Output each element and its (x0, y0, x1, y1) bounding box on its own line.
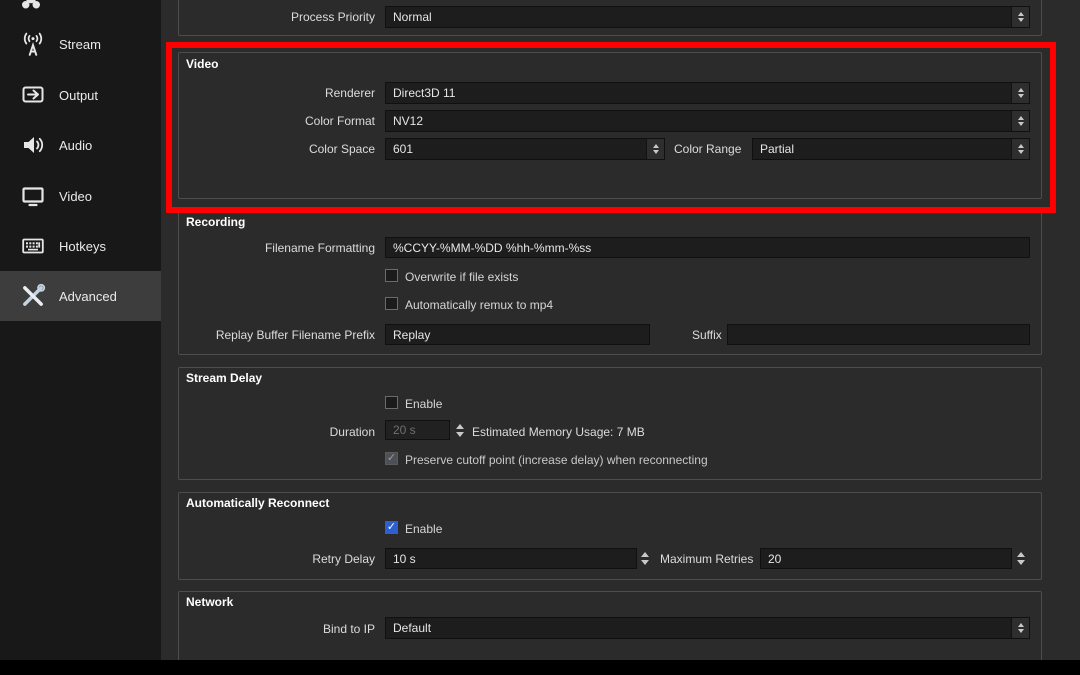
remux-checkbox-label: Automatically remux to mp4 (405, 298, 553, 312)
remux-checkbox[interactable] (385, 297, 398, 310)
replay-prefix-label: Replay Buffer Filename Prefix (180, 328, 375, 342)
sidebar-item-label: Advanced (59, 289, 117, 304)
obs-advanced-settings-window: Stream Output Audio (0, 0, 1080, 675)
max-retries-label: Maximum Retries (660, 552, 753, 566)
renderer-label: Renderer (180, 86, 375, 100)
duration-spinner (453, 420, 466, 440)
color-space-label: Color Space (180, 142, 375, 156)
color-format-spinner[interactable] (1011, 111, 1029, 131)
color-format-label: Color Format (180, 114, 375, 128)
filename-formatting-label: Filename Formatting (180, 241, 375, 255)
reconnect-enable-checkbox[interactable] (385, 521, 398, 534)
renderer-select[interactable]: Direct3D 11 (385, 82, 1030, 104)
bind-to-ip-spinner[interactable] (1011, 618, 1029, 638)
recording-group-title: Recording (186, 215, 245, 229)
stream-delay-enable-checkbox[interactable] (385, 396, 398, 409)
renderer-spinner[interactable] (1011, 83, 1029, 103)
color-range-select[interactable]: Partial (752, 138, 1030, 160)
suffix-input[interactable] (727, 324, 1030, 345)
overwrite-checkbox[interactable] (385, 269, 398, 282)
color-format-select[interactable]: NV12 (385, 110, 1030, 132)
color-range-label: Color Range (674, 142, 741, 156)
overwrite-checkbox-label: Overwrite if file exists (405, 270, 518, 284)
sidebar-item-label: Output (59, 88, 98, 103)
color-format-value: NV12 (393, 114, 423, 128)
video-icon (18, 181, 48, 211)
reconnect-enable-label: Enable (405, 522, 442, 536)
color-range-spinner[interactable] (1011, 139, 1029, 159)
sidebar-item-audio[interactable]: Audio (0, 120, 161, 170)
bind-to-ip-label: Bind to IP (180, 622, 375, 636)
replay-prefix-input[interactable] (385, 324, 650, 345)
bottom-bar (0, 660, 1080, 675)
process-priority-select[interactable]: Normal (385, 6, 1030, 28)
sidebar-item-video[interactable]: Video (0, 171, 161, 221)
duration-label: Duration (180, 425, 375, 439)
bind-to-ip-value: Default (393, 621, 431, 635)
output-icon (18, 80, 48, 110)
general-gear-icon (16, 0, 46, 13)
bind-to-ip-select[interactable]: Default (385, 617, 1030, 639)
process-priority-value: Normal (393, 10, 432, 24)
sidebar-item-advanced[interactable]: Advanced (0, 271, 161, 321)
hotkeys-icon (18, 231, 48, 261)
stream-delay-enable-label: Enable (405, 397, 442, 411)
color-space-value: 601 (393, 142, 413, 156)
sidebar-item-output[interactable]: Output (0, 70, 161, 120)
stream-icon (18, 29, 48, 59)
sidebar-item-label: Audio (59, 138, 92, 153)
sidebar-item-label: Video (59, 189, 92, 204)
stream-delay-group-title: Stream Delay (186, 371, 262, 385)
process-priority-spinner[interactable] (1011, 7, 1029, 27)
color-space-spinner[interactable] (646, 139, 664, 159)
sidebar-item-label: Hotkeys (59, 239, 106, 254)
duration-input (385, 420, 450, 440)
retry-delay-input[interactable] (385, 548, 637, 569)
preserve-cutoff-checkbox (385, 452, 398, 465)
suffix-label: Suffix (692, 328, 722, 342)
sidebar-item-label: Stream (59, 37, 101, 52)
preserve-cutoff-label: Preserve cutoff point (increase delay) w… (405, 453, 708, 467)
audio-icon (18, 130, 48, 160)
filename-formatting-input[interactable] (385, 237, 1030, 258)
color-space-select[interactable]: 601 (385, 138, 665, 160)
sidebar-item-hotkeys[interactable]: Hotkeys (0, 221, 161, 271)
max-retries-spinner[interactable] (1014, 548, 1027, 569)
process-priority-label: Process Priority (180, 10, 375, 24)
retry-delay-label: Retry Delay (180, 552, 375, 566)
video-group-title: Video (186, 57, 218, 71)
color-range-value: Partial (760, 142, 794, 156)
reconnect-group-title: Automatically Reconnect (186, 496, 329, 510)
estimated-memory-text: Estimated Memory Usage: 7 MB (472, 425, 645, 439)
renderer-value: Direct3D 11 (393, 86, 455, 100)
settings-sidebar: Stream Output Audio (0, 0, 161, 660)
max-retries-input[interactable] (760, 548, 1012, 569)
sidebar-item-stream[interactable]: Stream (0, 19, 161, 69)
network-group-title: Network (186, 595, 233, 609)
retry-delay-spinner[interactable] (638, 548, 651, 569)
advanced-icon (18, 281, 48, 311)
